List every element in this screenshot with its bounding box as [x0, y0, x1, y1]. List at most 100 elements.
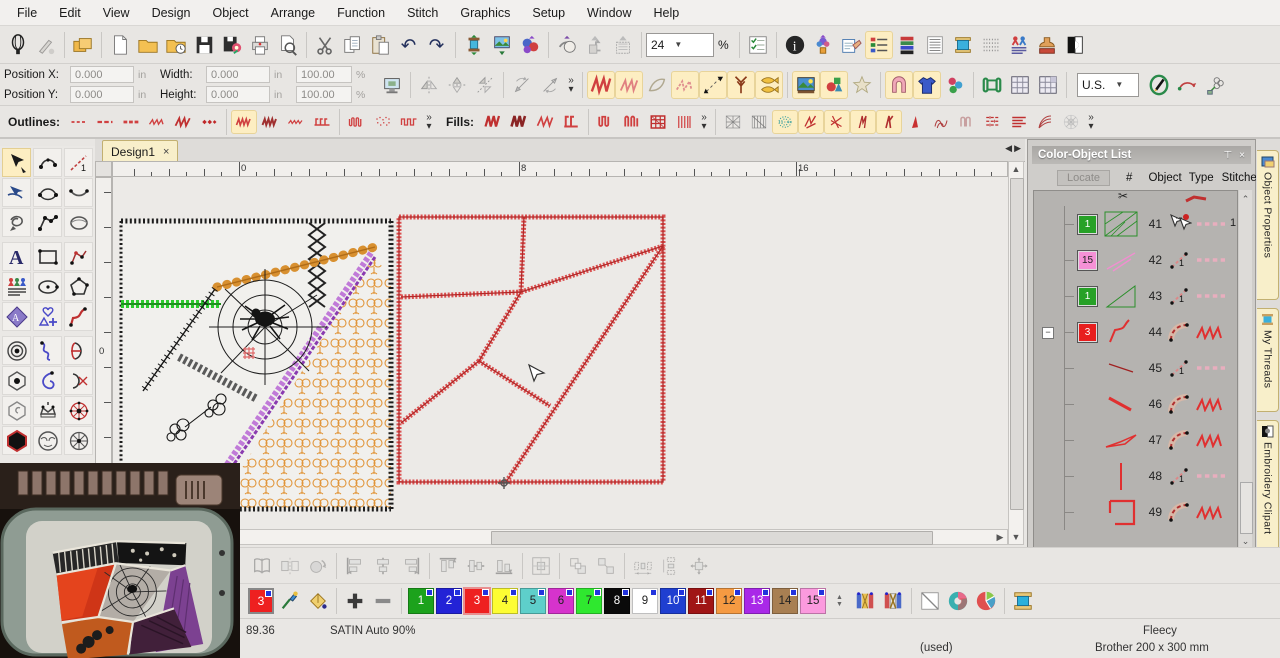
fill-lace-icon[interactable]	[1058, 110, 1084, 134]
pin-icon[interactable]: ⊤	[1223, 150, 1232, 161]
tool-applique-people[interactable]	[2, 272, 31, 301]
palette-color-15[interactable]: 15	[800, 588, 826, 614]
tool-curve-cut[interactable]	[64, 366, 93, 395]
tool-select[interactable]	[2, 148, 31, 177]
rotate-left-icon[interactable]	[508, 71, 536, 99]
neckline-icon[interactable]	[885, 71, 913, 99]
menu-window[interactable]: Window	[576, 3, 642, 23]
color-cube-icon[interactable]	[972, 587, 1000, 615]
fill-uwave-icon[interactable]	[593, 110, 619, 134]
tool-pentagon[interactable]	[64, 272, 93, 301]
palette-scroll-spinner[interactable]: ▲▼	[836, 594, 843, 608]
fill-weave-icon[interactable]	[645, 110, 671, 134]
fill-lattice2-icon[interactable]	[746, 110, 772, 134]
outline-satin2-icon[interactable]	[231, 110, 257, 134]
outline-uwave-icon[interactable]	[344, 110, 370, 134]
tool-face[interactable]	[33, 426, 62, 455]
thread-palette-icon[interactable]	[893, 31, 921, 59]
satin-path-icon[interactable]	[671, 71, 699, 99]
menu-setup[interactable]: Setup	[521, 3, 576, 23]
mirror-pages-icon[interactable]	[276, 552, 304, 580]
color-swatch[interactable]: 1	[1077, 286, 1098, 307]
tool-polyline[interactable]	[64, 242, 93, 271]
tool-line-1[interactable]: 1	[64, 148, 93, 177]
scale-x-field[interactable]: 100.00	[296, 66, 352, 83]
convert-artwork-icon[interactable]	[820, 71, 848, 99]
rotate-ball-icon[interactable]	[304, 552, 332, 580]
fill-brick-icon[interactable]	[980, 110, 1006, 134]
outline-run-icon[interactable]	[66, 110, 92, 134]
space-vertical-icon[interactable]	[657, 552, 685, 580]
fill-bold-spike-icon[interactable]	[902, 110, 928, 134]
save-icon[interactable]	[190, 31, 218, 59]
design-canvas[interactable]	[112, 177, 1009, 529]
menu-design[interactable]: Design	[141, 3, 202, 23]
print-preview-icon[interactable]	[274, 31, 302, 59]
open-designs-icon[interactable]	[69, 31, 97, 59]
space-evenly-icon[interactable]	[685, 552, 713, 580]
sequence-view-icon[interactable]	[921, 31, 949, 59]
open-recent-icon[interactable]	[162, 31, 190, 59]
expand-chevron-icon[interactable]: »▾	[1084, 113, 1098, 131]
palette-color-2[interactable]: 2	[436, 588, 462, 614]
expand-chevron-icon[interactable]: »▾	[564, 76, 578, 94]
stamp-icon[interactable]	[1033, 31, 1061, 59]
side-tab-my-threads[interactable]: My Threads	[1257, 308, 1279, 412]
object-list-row-42[interactable]: −15421	[1034, 242, 1237, 278]
locate-button[interactable]: Locate	[1057, 170, 1110, 186]
break-apart-icon[interactable]	[592, 552, 620, 580]
outline-motif-icon[interactable]	[196, 110, 222, 134]
menu-edit[interactable]: Edit	[48, 3, 92, 23]
fill-stipple-icon[interactable]	[772, 110, 798, 134]
fill-satin-icon[interactable]	[480, 110, 506, 134]
tool-curve-split[interactable]	[64, 336, 93, 365]
print-icon[interactable]	[246, 31, 274, 59]
height-field[interactable]: 0.000	[206, 86, 270, 103]
document-tab-close-icon[interactable]: ×	[163, 146, 169, 158]
align-center-h-icon[interactable]	[369, 552, 397, 580]
outline-satin3-icon[interactable]	[257, 110, 283, 134]
tool-curve-edit[interactable]	[33, 148, 62, 177]
tool-hex-dot[interactable]	[2, 366, 31, 395]
panel-close-icon[interactable]: ×	[1239, 150, 1245, 161]
tab-scroll-arrows[interactable]: ◀▶	[1005, 143, 1023, 154]
tool-swirl-2[interactable]	[33, 366, 62, 395]
open-book-icon[interactable]	[248, 552, 276, 580]
tool-squiggle[interactable]	[33, 336, 62, 365]
tool-ring[interactable]	[64, 208, 93, 237]
tool-hex-outline[interactable]	[2, 396, 31, 425]
paste-icon[interactable]	[367, 31, 395, 59]
menu-arrange[interactable]: Arrange	[260, 3, 326, 23]
copy-icon[interactable]	[339, 31, 367, 59]
mirror-vertical-icon[interactable]	[443, 71, 471, 99]
outline-blanket-icon[interactable]	[309, 110, 335, 134]
menu-help[interactable]: Help	[643, 3, 691, 23]
rotate-right-icon[interactable]	[536, 71, 564, 99]
palette-color-4[interactable]: 4	[492, 588, 518, 614]
menu-file[interactable]: File	[6, 3, 48, 23]
position-y-field[interactable]: 0.000	[70, 86, 134, 103]
outline-run3-icon[interactable]	[118, 110, 144, 134]
eyedropper-icon[interactable]	[276, 587, 304, 615]
object-list-row-41[interactable]: −1411	[1034, 206, 1237, 242]
app-logo-icon[interactable]	[4, 31, 32, 59]
grid-icon[interactable]	[1006, 71, 1034, 99]
palette-color-13[interactable]: 13	[744, 588, 770, 614]
align-bottom-icon[interactable]	[490, 552, 518, 580]
width-field[interactable]: 0.000	[206, 66, 270, 83]
tool-crown[interactable]	[33, 396, 62, 425]
expand-chevron-icon[interactable]: »▾	[422, 113, 436, 131]
center-design-icon[interactable]	[527, 552, 555, 580]
fill-meander-icon[interactable]	[954, 110, 980, 134]
arc-path-icon[interactable]	[1173, 71, 1201, 99]
tool-red-curve[interactable]	[64, 302, 93, 331]
object-list-scrollbar[interactable]: ⌃ ⌄	[1239, 190, 1252, 550]
upload-hoop-icon[interactable]	[609, 31, 637, 59]
transfer-design-icon[interactable]	[516, 31, 544, 59]
new-document-icon[interactable]	[106, 31, 134, 59]
redo-icon[interactable]: ↷	[423, 31, 451, 59]
write-to-card-icon[interactable]	[553, 31, 581, 59]
outline-sketch-icon[interactable]	[370, 110, 396, 134]
tool-rectangle[interactable]	[33, 242, 62, 271]
align-right-icon[interactable]	[397, 552, 425, 580]
